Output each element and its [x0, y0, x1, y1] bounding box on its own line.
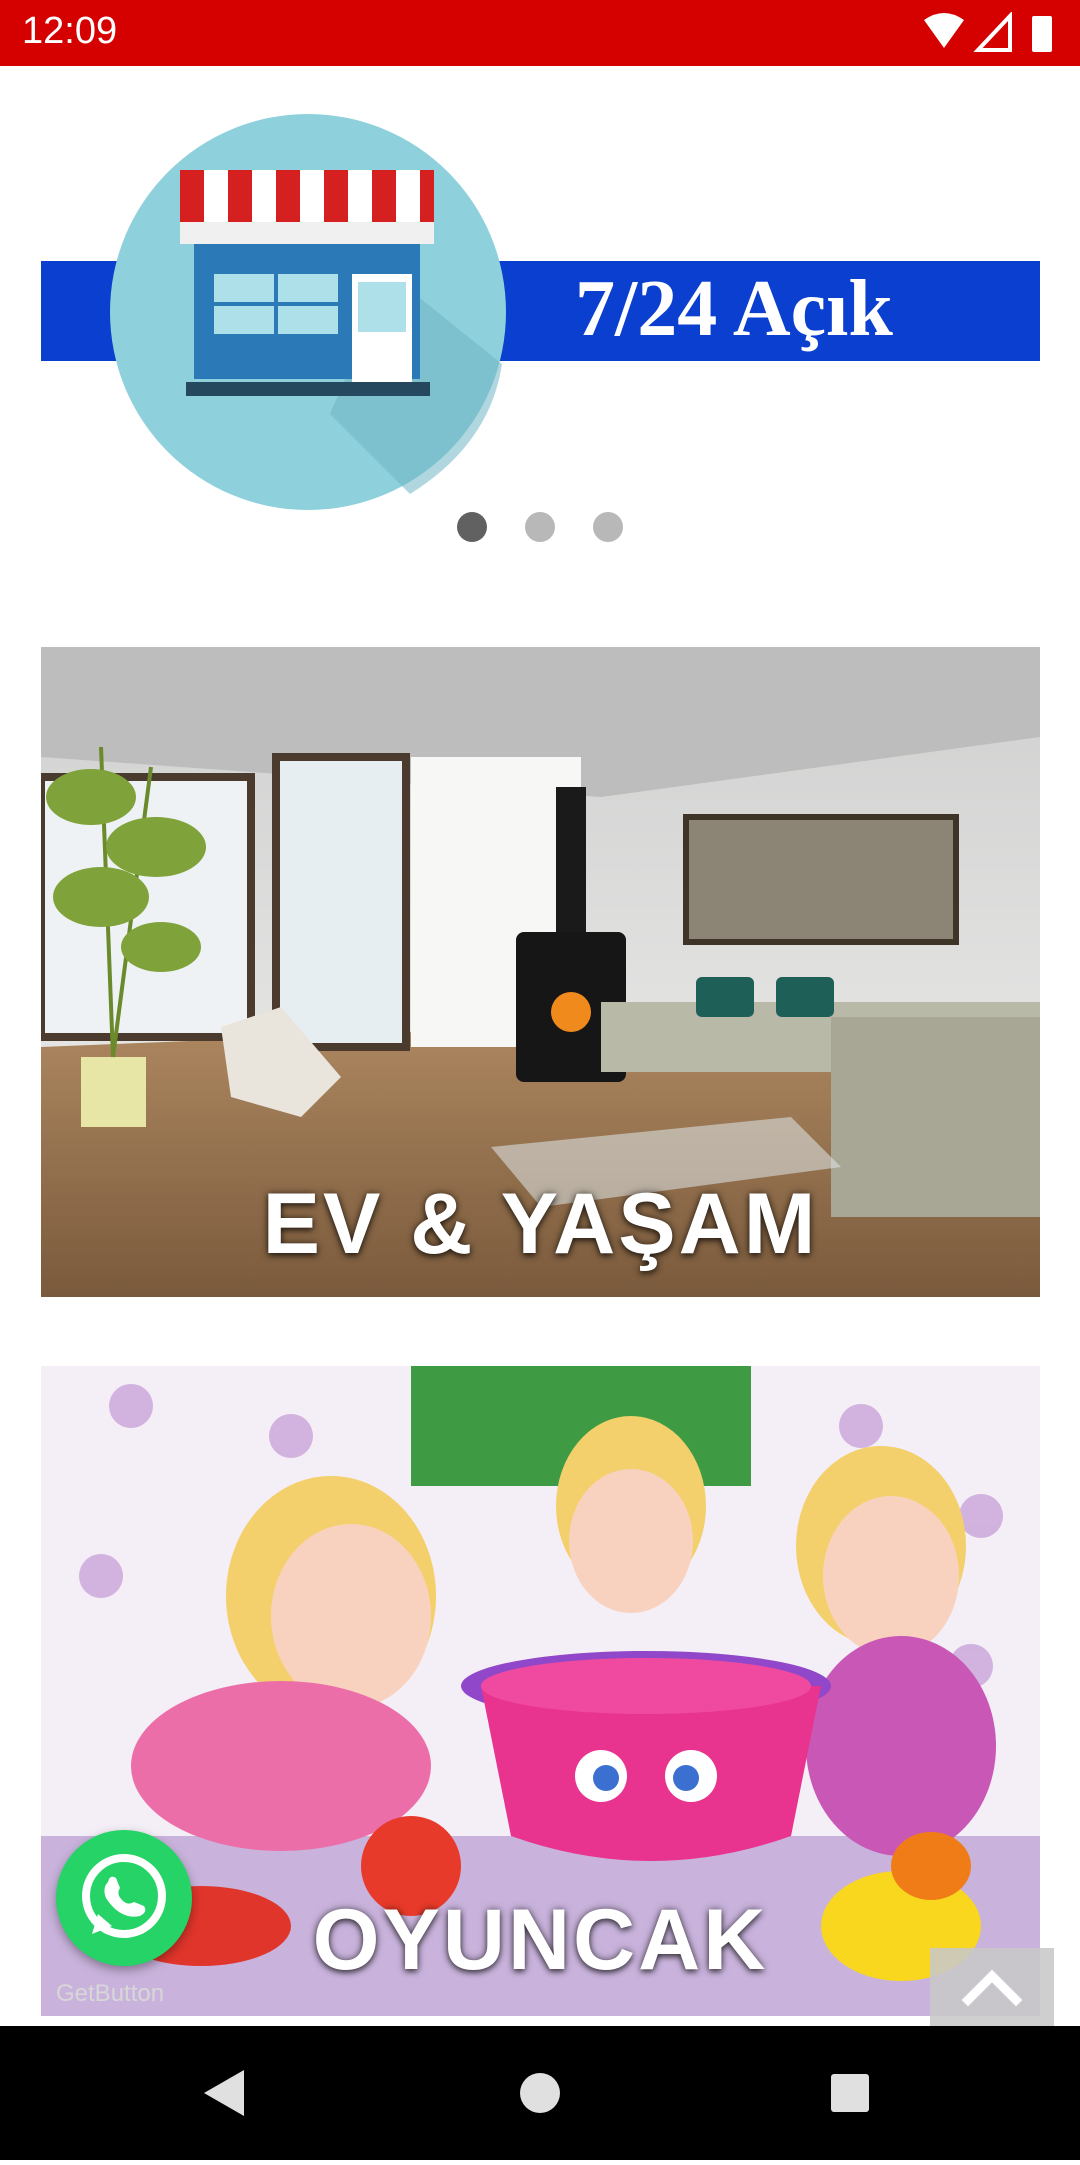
status-bar: 12:09	[0, 0, 1080, 66]
status-time: 12:09	[22, 10, 118, 52]
carousel-indicator	[0, 512, 1080, 552]
carousel-dot-1[interactable]	[456, 512, 487, 542]
scroll-to-top-button[interactable]	[930, 1948, 1054, 2028]
back-icon[interactable]	[204, 2070, 244, 2116]
recents-icon[interactable]	[831, 2074, 869, 2112]
store-icon	[110, 114, 506, 510]
category-label: EV & YAŞAM	[262, 1176, 819, 1272]
whatsapp-icon	[82, 1854, 166, 1938]
chevron-up-icon	[961, 1969, 1023, 2007]
getbutton-watermark: GetButton	[56, 1980, 165, 2007]
battery-icon	[1032, 16, 1052, 52]
wifi-icon	[924, 13, 964, 48]
carousel-dot-3[interactable]	[593, 512, 624, 542]
status-icons	[924, 12, 1052, 52]
signal-icon	[973, 12, 1012, 52]
promo-banner[interactable]: 7/24 Açık	[0, 66, 1080, 586]
whatsapp-button[interactable]	[56, 1830, 192, 1966]
banner-text: 7/24 Açık	[575, 265, 893, 353]
system-nav-bar	[0, 2026, 1080, 2160]
category-card-ev-yasam[interactable]: EV & YAŞAM	[41, 647, 1040, 1297]
home-icon[interactable]	[520, 2073, 560, 2113]
carousel-dot-2[interactable]	[525, 512, 555, 542]
